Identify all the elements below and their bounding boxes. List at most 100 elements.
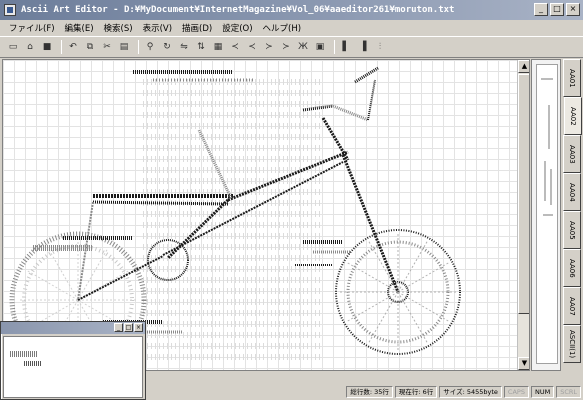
copy-icon: ⧉ [86, 42, 94, 52]
preview-area[interactable] [536, 64, 558, 364]
copy-button[interactable]: ⧉ [83, 40, 97, 54]
rotate-button[interactable]: ↻ [160, 40, 174, 54]
menu-file[interactable]: ファイル(F) [4, 22, 60, 34]
layout-3-icon: ⫶ [378, 42, 382, 52]
scroll-down-button[interactable]: ▼ [518, 357, 529, 370]
menu-view[interactable]: 表示(V) [138, 22, 177, 34]
toolbar-separator [138, 40, 139, 54]
menu-search[interactable]: 検索(S) [99, 22, 138, 34]
new-file-icon: ▭ [8, 42, 18, 52]
shift-right-2-icon: ≻ [282, 42, 290, 52]
tab-label: AA02 [569, 106, 577, 126]
tab-label: AA05 [568, 220, 576, 240]
shift-left-button[interactable]: ≺ [228, 40, 242, 54]
menu-settings[interactable]: 設定(O) [217, 22, 257, 34]
paste-button[interactable]: ▤ [117, 40, 131, 54]
secondary-window[interactable]: _ □ × [0, 321, 146, 400]
scroll-thumb[interactable] [518, 74, 529, 314]
minimize-button[interactable]: _ [534, 3, 548, 16]
image-icon: ▣ [315, 42, 325, 52]
tab-aa06[interactable]: AA06 [563, 249, 581, 287]
tab-label: AA04 [568, 182, 576, 202]
image-button[interactable]: ▣ [313, 40, 327, 54]
text-icon: Ж [298, 42, 308, 52]
tab-aa05[interactable]: AA05 [563, 211, 581, 249]
open-folder-button[interactable]: ⌂ [23, 40, 37, 54]
art-stroke [197, 129, 233, 199]
art-stroke [397, 291, 428, 343]
vertical-scrollbar[interactable]: ▲ ▼ [517, 60, 529, 370]
shift-right-2-button[interactable]: ≻ [279, 40, 293, 54]
menu-draw[interactable]: 描画(D) [177, 22, 217, 34]
mirror-icon: ⇋ [180, 42, 188, 52]
secondary-art-fragment [10, 351, 38, 357]
art-stroke [47, 247, 79, 301]
secondary-window-content[interactable] [3, 336, 143, 398]
undo-button[interactable]: ↶ [66, 40, 80, 54]
shift-left-2-button[interactable]: ≺ [245, 40, 259, 54]
grid-button[interactable]: ▦ [211, 40, 225, 54]
find-button[interactable]: ⚲ [143, 40, 157, 54]
new-file-button[interactable]: ▭ [6, 40, 20, 54]
tab-label: AA03 [568, 144, 576, 164]
art-stroke [332, 104, 369, 122]
preview-panel [531, 59, 561, 371]
mirror-button[interactable]: ⇋ [177, 40, 191, 54]
art-stroke [25, 269, 79, 301]
toolbar-separator [61, 40, 62, 54]
tab-aa04[interactable]: AA04 [563, 173, 581, 211]
tab-ascii1[interactable]: ASCII(1) [563, 325, 581, 363]
status-file-size: サイズ: 5455byte [439, 386, 502, 398]
layout-2-button[interactable]: ▐ [356, 40, 370, 54]
paste-icon: ▤ [119, 42, 129, 52]
art-stroke [367, 79, 376, 121]
window-controls: _ □ × [534, 3, 580, 16]
tab-aa03[interactable]: AA03 [563, 135, 581, 173]
art-stroke [397, 241, 428, 293]
secondary-maximize-button[interactable]: □ [124, 323, 133, 332]
tab-label: AA06 [568, 258, 576, 278]
title-bar[interactable]: Ascii Art Editor - D:¥MyDocument¥Interne… [0, 0, 583, 20]
toolbar: ▭ ⌂ ■ ↶ ⧉ ✂ ▤ ⚲ ↻ ⇋ ⇅ ▦ ≺ ≺ ≻ ≻ Ж ▣ ▌ ▐ ⫶ [0, 36, 583, 58]
tab-label: ASCII(1) [568, 329, 576, 359]
shift-left-2-icon: ≺ [248, 42, 256, 52]
art-stroke [92, 200, 229, 206]
secondary-minimize-button[interactable]: _ [114, 323, 123, 332]
layout-2-icon: ▐ [359, 42, 367, 52]
art-stroke [347, 262, 399, 293]
status-scroll: SCRL [556, 386, 581, 398]
flip-button[interactable]: ⇅ [194, 40, 208, 54]
menu-help[interactable]: ヘルプ(H) [258, 22, 307, 34]
tab-aa02[interactable]: AA02 [564, 97, 582, 135]
status-caps: CAPS [503, 386, 529, 398]
art-stroke [347, 291, 399, 322]
grid-icon: ▦ [213, 42, 223, 52]
app-icon[interactable] [4, 4, 16, 16]
save-icon: ■ [42, 42, 52, 52]
flip-icon: ⇅ [197, 42, 205, 52]
shift-right-button[interactable]: ≻ [262, 40, 276, 54]
tab-label: AA07 [568, 296, 576, 316]
cut-button[interactable]: ✂ [100, 40, 114, 54]
art-stroke [368, 291, 399, 343]
maximize-button[interactable]: □ [550, 3, 564, 16]
preview-thumbnail [541, 78, 553, 216]
menu-edit[interactable]: 編集(E) [60, 22, 99, 34]
tab-aa07[interactable]: AA07 [563, 287, 581, 325]
secondary-close-button[interactable]: × [134, 323, 143, 332]
close-button[interactable]: × [566, 3, 580, 16]
find-icon: ⚲ [146, 42, 154, 52]
tab-aa01[interactable]: AA01 [563, 59, 581, 97]
status-num: NUM [530, 386, 555, 398]
save-button[interactable]: ■ [40, 40, 54, 54]
art-stroke [321, 117, 350, 161]
cut-icon: ✂ [103, 42, 111, 52]
text-button[interactable]: Ж [296, 40, 310, 54]
app-window: Ascii Art Editor - D:¥MyDocument¥Interne… [0, 0, 583, 400]
layout-1-button[interactable]: ▌ [339, 40, 353, 54]
scroll-up-button[interactable]: ▲ [518, 60, 529, 73]
page-tabs: AA01 AA02 AA03 AA04 AA05 AA06 AA07 ASCII(1) [563, 59, 583, 371]
open-folder-icon: ⌂ [27, 42, 33, 52]
layout-3-button[interactable]: ⫶ [373, 40, 387, 54]
secondary-art-fragment-2 [24, 361, 42, 366]
